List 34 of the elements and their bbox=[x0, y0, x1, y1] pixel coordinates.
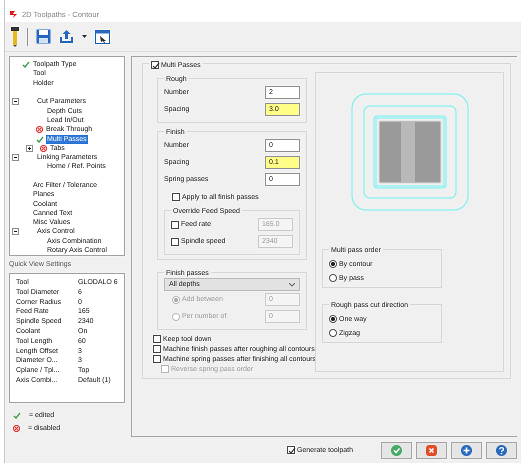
cancel-button[interactable] bbox=[416, 442, 447, 458]
checkbox[interactable] bbox=[286, 446, 295, 454]
collapse-icon[interactable] bbox=[12, 154, 19, 162]
pen-icon[interactable] bbox=[11, 26, 19, 46]
disabled-icon bbox=[36, 126, 43, 134]
collapse-icon[interactable] bbox=[12, 98, 19, 106]
plus-icon bbox=[461, 444, 472, 456]
checkbox[interactable] bbox=[172, 193, 180, 201]
upload-icon[interactable] bbox=[59, 29, 74, 44]
checkmark-icon bbox=[152, 62, 160, 70]
ok-button[interactable] bbox=[381, 442, 412, 458]
chevron-down-icon bbox=[289, 282, 295, 286]
checkbox[interactable] bbox=[153, 345, 161, 353]
help-button[interactable] bbox=[486, 442, 517, 458]
app-logo-icon bbox=[10, 10, 18, 18]
checkmark-icon bbox=[391, 444, 402, 456]
help-icon bbox=[496, 444, 507, 456]
radio-button[interactable] bbox=[329, 260, 337, 268]
caret-icon[interactable] bbox=[82, 35, 87, 38]
collapse-icon[interactable] bbox=[12, 228, 19, 236]
checkmark-icon bbox=[22, 61, 30, 68]
save-icon[interactable] bbox=[36, 29, 51, 44]
checkbox[interactable] bbox=[153, 335, 161, 343]
add-button[interactable] bbox=[451, 442, 482, 458]
checkmark-icon bbox=[288, 447, 296, 455]
close-icon bbox=[426, 444, 437, 456]
radio-button[interactable] bbox=[329, 315, 337, 323]
radio-button[interactable] bbox=[329, 329, 337, 337]
radio-button[interactable] bbox=[329, 274, 337, 282]
checkmark-icon bbox=[36, 136, 44, 143]
checkbox[interactable] bbox=[151, 61, 159, 69]
disabled-icon bbox=[40, 144, 47, 152]
select-window-icon[interactable] bbox=[95, 30, 110, 44]
checkbox[interactable] bbox=[153, 355, 161, 363]
